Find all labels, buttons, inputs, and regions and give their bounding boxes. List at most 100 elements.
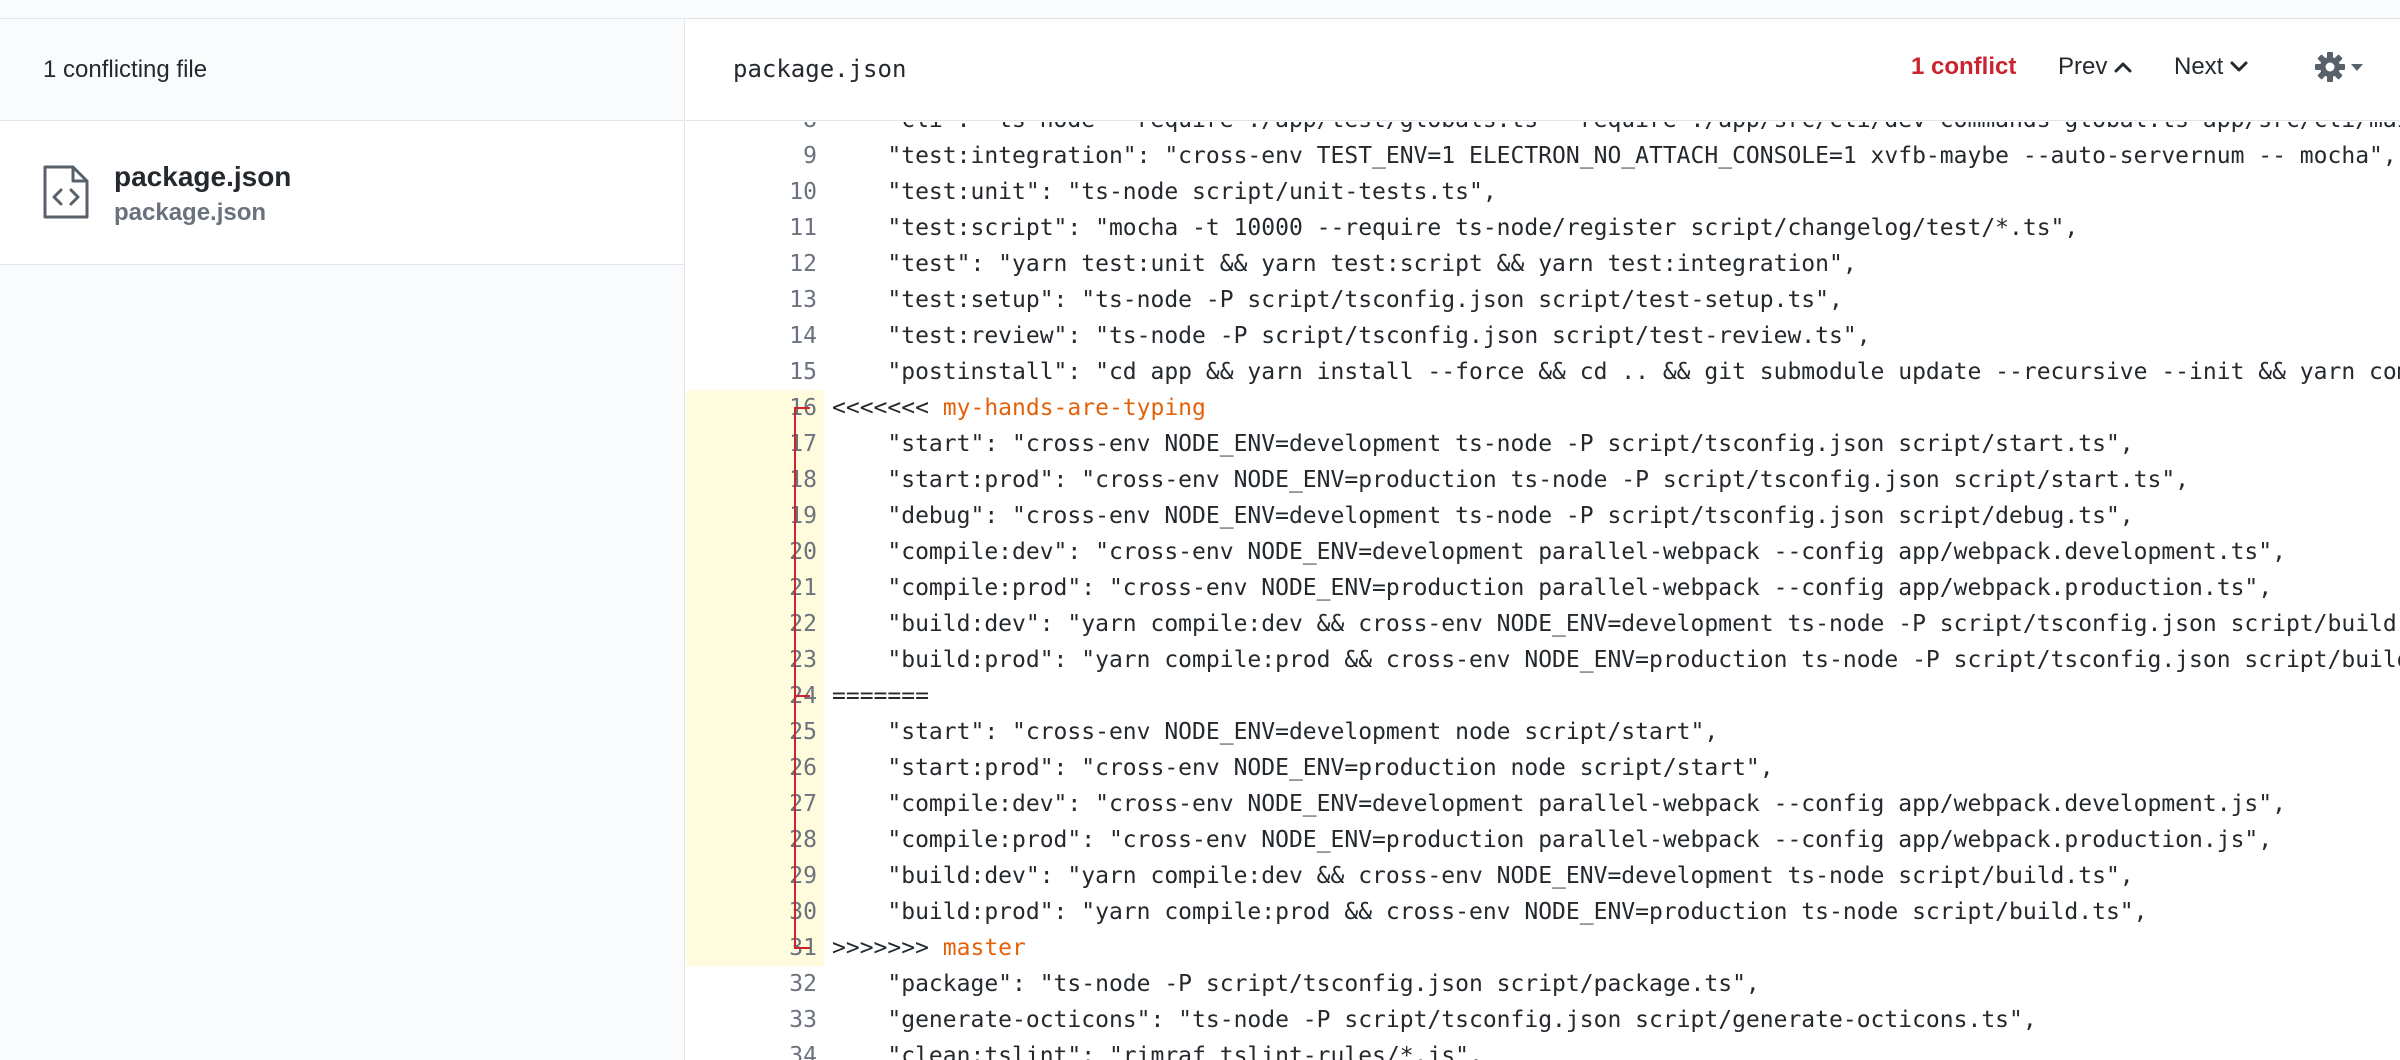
line-text: "package": "ts-node -P script/tsconfig.j… — [832, 966, 1759, 1002]
conflict-line: 28 "compile:prod": "cross-env NODE_ENV=p… — [686, 822, 2400, 858]
line-number: 13 — [789, 287, 817, 313]
line-number: 9 — [803, 143, 817, 169]
line-text: "compile:dev": "cross-env NODE_ENV=devel… — [832, 786, 2286, 822]
conflict-line: 30 "build:prod": "yarn compile:prod && c… — [686, 894, 2400, 930]
conflict-marker-line: 16 <<<<<<< my-hands-are-typing — [686, 390, 2400, 426]
code-line: 33 "generate-octicons": "ts-node -P scri… — [686, 1002, 2400, 1038]
line-code: "test": "yarn test:unit && yarn test:scr… — [832, 251, 1857, 277]
line-code: "compile:prod": "cross-env NODE_ENV=prod… — [832, 827, 2273, 853]
line-text: "compile:dev": "cross-env NODE_ENV=devel… — [832, 534, 2286, 570]
conflict-line: 17 "start": "cross-env NODE_ENV=developm… — [686, 426, 2400, 462]
line-number: 29 — [686, 858, 824, 894]
code-line: 13 "test:setup": "ts-node -P script/tsco… — [686, 282, 2400, 318]
code-view[interactable]: 8 "cli": "ts-node --require ./app/test/g… — [686, 122, 2400, 1060]
line-text: "build:dev": "yarn compile:dev && cross-… — [832, 606, 2400, 642]
code-line: 8 "cli": "ts-node --require ./app/test/g… — [686, 122, 2400, 138]
line-number: 19 — [686, 498, 824, 534]
line-number: 11 — [789, 215, 817, 241]
branch-name: master — [942, 935, 1026, 961]
line-number: 32 — [789, 971, 817, 997]
conflict-marker-line: 31 >>>>>>> master — [686, 930, 2400, 966]
current-file-title: package.json — [733, 55, 907, 83]
line-number: 21 — [686, 570, 824, 606]
line-code: "postinstall": "cd app && yarn install -… — [887, 359, 2400, 385]
window-top-strip — [0, 0, 2400, 19]
line-text: "test:unit": "ts-node script/unit-tests.… — [832, 174, 1496, 210]
line-text: "start": "cross-env NODE_ENV=development… — [832, 714, 1718, 750]
line-code: "build:prod": "yarn compile:prod && cros… — [832, 899, 2148, 925]
conflict-line: 21 "compile:prod": "cross-env NODE_ENV=p… — [686, 570, 2400, 606]
line-number: 30 — [686, 894, 824, 930]
line-text: "compile:prod": "cross-env NODE_ENV=prod… — [832, 570, 2272, 606]
line-code: "build:dev": "yarn compile:dev && cross-… — [832, 863, 2134, 889]
line-number: 8 — [686, 122, 824, 138]
conflict-count-label: 1 conflict — [1911, 53, 2017, 80]
prev-label: Prev — [2058, 53, 2108, 80]
file-code-icon — [43, 165, 89, 219]
conflict-marker-line: 24 ======= — [686, 678, 2400, 714]
chevron-up-icon — [2114, 62, 2132, 73]
conflict-line: 23 "build:prod": "yarn compile:prod && c… — [686, 642, 2400, 678]
conflict-marker-tick — [794, 695, 810, 697]
conflict-line: 19 "debug": "cross-env NODE_ENV=developm… — [686, 498, 2400, 534]
line-code: "build:dev": "yarn compile:dev && cross-… — [832, 611, 2400, 637]
line-code: <<<<<<< — [832, 395, 943, 421]
line-code: "cli": "ts-node --require ./app/test/glo… — [832, 122, 2400, 133]
conflict-region-bar — [794, 407, 796, 949]
sidebar-header: 1 conflicting file — [0, 19, 684, 121]
line-text: "generate-octicons": "ts-node -P script/… — [832, 1002, 2037, 1038]
line-number: 27 — [686, 786, 824, 822]
line-text: "build:prod": "yarn compile:prod && cros… — [832, 642, 2400, 678]
line-text: "clean:tslint": "rimraf tslint-rules/*.j… — [832, 1038, 1483, 1060]
code-line: 10 "test:unit": "ts-node script/unit-tes… — [686, 174, 2400, 210]
line-number: 26 — [686, 750, 824, 786]
line-text: "build:dev": "yarn compile:dev && cross-… — [832, 858, 2134, 894]
line-code: "start:prod": "cross-env NODE_ENV=produc… — [832, 755, 1774, 781]
next-conflict-button[interactable]: Next — [2174, 53, 2249, 81]
line-text: "test:integration": "cross-env TEST_ENV=… — [832, 138, 2396, 174]
line-text: >>>>>>> master — [832, 930, 1026, 966]
conflict-line: 22 "build:dev": "yarn compile:dev && cro… — [686, 606, 2400, 642]
line-code: "test:setup": "ts-node -P script/tsconfi… — [832, 287, 1843, 313]
editor-header: package.json 1 conflict Prev Next — [686, 19, 2400, 121]
file-path: package.json — [114, 199, 267, 226]
line-text: "test:setup": "ts-node -P script/tsconfi… — [832, 282, 1843, 318]
code-lines: 8 "cli": "ts-node --require ./app/test/g… — [686, 122, 2400, 1060]
line-number: 22 — [686, 606, 824, 642]
line-code: "build:prod": "yarn compile:prod && cros… — [832, 647, 2400, 673]
line-number: 15 — [789, 359, 817, 385]
line-number: 14 — [789, 323, 817, 349]
line-text: "test:script": "mocha -t 10000 --require… — [832, 210, 2078, 246]
next-label: Next — [2174, 53, 2224, 80]
line-text: "build:prod": "yarn compile:prod && cros… — [832, 894, 2147, 930]
line-code: "clean:tslint": "rimraf tslint-rules/*.j… — [832, 1043, 1483, 1060]
line-code: >>>>>>> — [832, 935, 943, 961]
prev-conflict-button[interactable]: Prev — [2058, 53, 2133, 81]
line-number: 23 — [686, 642, 824, 678]
line-text: <<<<<<< my-hands-are-typing — [832, 390, 1206, 426]
line-number: 28 — [686, 822, 824, 858]
line-text: "compile:prod": "cross-env NODE_ENV=prod… — [832, 822, 2272, 858]
file-name: package.json — [114, 161, 292, 192]
line-number: 33 — [789, 1007, 817, 1033]
line-code: "generate-octicons": "ts-node -P script/… — [832, 1007, 2037, 1033]
settings-menu-button[interactable] — [2314, 51, 2364, 83]
line-code: "compile:prod": "cross-env NODE_ENV=prod… — [832, 575, 2273, 601]
conflicting-files-count: 1 conflicting file — [43, 55, 208, 83]
conflict-sidebar: 1 conflicting file package.json package.… — [0, 19, 685, 1060]
line-code: ======= — [832, 683, 929, 709]
line-text: "test:review": "ts-node -P script/tsconf… — [832, 318, 1870, 354]
line-number: 12 — [789, 251, 817, 277]
code-line: 11 "test:script": "mocha -t 10000 --requ… — [686, 210, 2400, 246]
line-code: "test:script": "mocha -t 10000 --require… — [832, 215, 2079, 241]
line-code: "compile:dev": "cross-env NODE_ENV=devel… — [832, 791, 2286, 817]
file-list-item[interactable]: package.json package.json — [0, 121, 684, 265]
conflict-line: 20 "compile:dev": "cross-env NODE_ENV=de… — [686, 534, 2400, 570]
line-text: "start": "cross-env NODE_ENV=development… — [832, 426, 2133, 462]
code-line: 12 "test": "yarn test:unit && yarn test:… — [686, 246, 2400, 282]
conflict-line: 25 "start": "cross-env NODE_ENV=developm… — [686, 714, 2400, 750]
conflict-line: 29 "build:dev": "yarn compile:dev && cro… — [686, 858, 2400, 894]
conflict-line: 18 "start:prod": "cross-env NODE_ENV=pro… — [686, 462, 2400, 498]
line-number: 20 — [686, 534, 824, 570]
code-line: 15 "postinstall": "cd app && yarn instal… — [686, 354, 2400, 390]
